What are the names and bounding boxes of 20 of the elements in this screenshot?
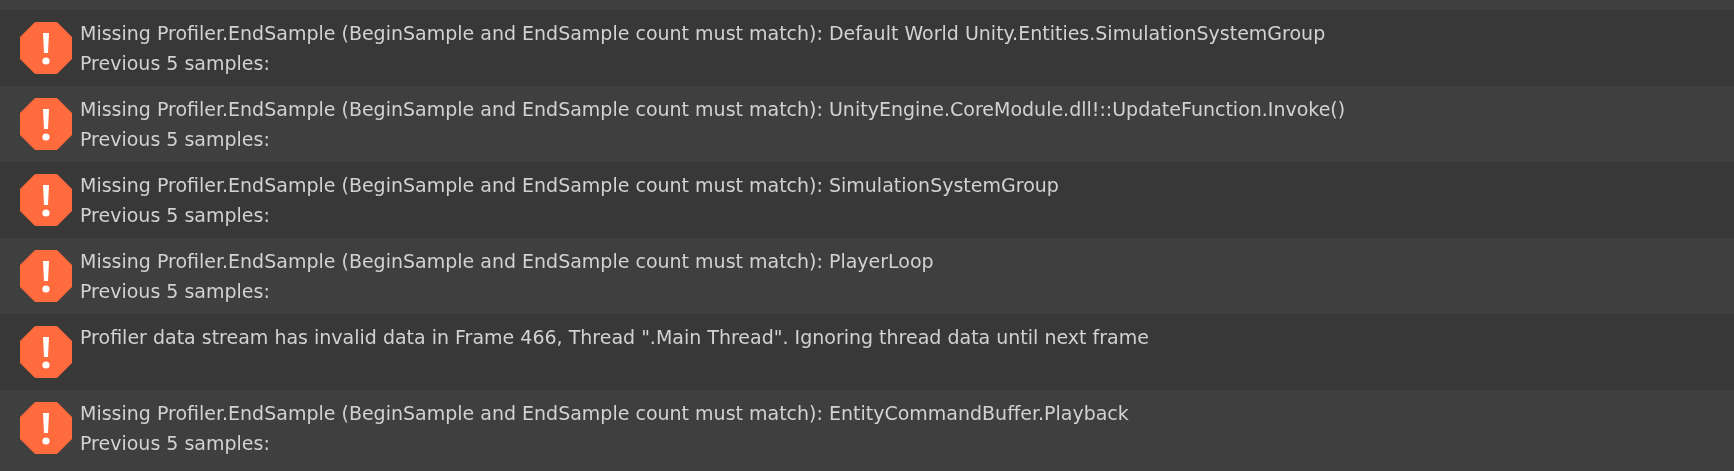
log-detail: Previous 5 samples: xyxy=(80,279,271,304)
log-message: Missing Profiler.EndSample (BeginSample and EndSample count must match): SimulationSystemGroup xyxy=(80,173,1059,198)
error-icon xyxy=(20,174,72,226)
log-detail: Previous 5 samples: xyxy=(80,51,271,76)
log-detail: Previous 5 samples: xyxy=(80,127,271,152)
log-entry[interactable]: Missing Profiler.EndSample (BeginSample and EndSample count must match): Default World Unity.Entities.SimulationSystemGroup Previous 5 samples: xyxy=(0,10,1734,86)
log-message: Missing Profiler.EndSample (BeginSample and EndSample count must match): Default World Unity.Entities.SimulationSystemGroup xyxy=(80,21,1326,46)
log-entry[interactable]: Missing Profiler.EndSample (BeginSample and EndSample count must match): SimulationSystemGroup Previous 5 samples: xyxy=(0,162,1734,238)
log-message: Profiler data stream has invalid data in Frame 466, Thread ".Main Thread". Ignoring thread data until next frame xyxy=(80,325,1149,350)
error-icon xyxy=(20,326,72,378)
log-detail: Previous 5 samples: xyxy=(80,431,271,456)
log-entry[interactable]: Profiler data stream has invalid data in Frame 466, Thread ".Main Thread". Ignoring thread data until next frame xyxy=(0,314,1734,390)
error-icon xyxy=(20,402,72,454)
log-message: Missing Profiler.EndSample (BeginSample and EndSample count must match): UnityEngine.CoreModule.dll!::UpdateFunction.Invoke() xyxy=(80,97,1346,122)
error-icon xyxy=(20,22,72,74)
log-detail: Previous 5 samples: xyxy=(80,203,271,228)
log-message: Missing Profiler.EndSample (BeginSample and EndSample count must match): EntityCommandBuffer.Playback xyxy=(80,401,1129,426)
error-icon xyxy=(20,250,72,302)
log-message: Missing Profiler.EndSample (BeginSample and EndSample count must match): PlayerLoop xyxy=(80,249,934,274)
error-icon xyxy=(20,98,72,150)
